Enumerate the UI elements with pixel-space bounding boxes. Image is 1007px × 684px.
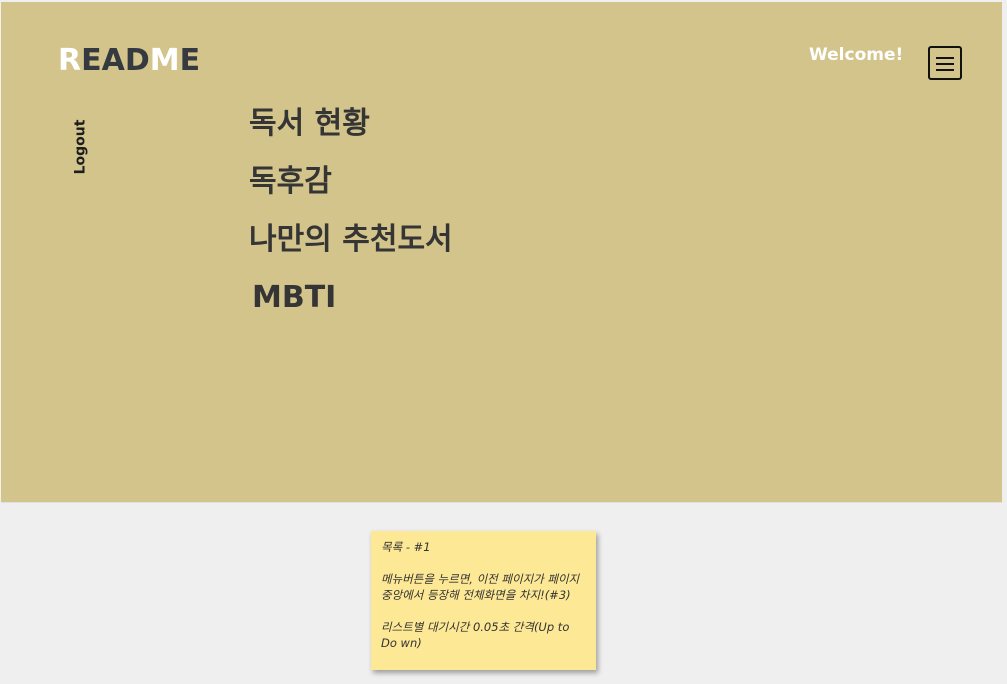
logo-letter-e: E <box>179 43 201 78</box>
logo[interactable]: README <box>58 46 200 76</box>
note-line-2: 리스트별 대기시간 0.05초 간격(Up to Do wn) <box>381 620 570 650</box>
hamburger-menu-icon-bar <box>936 69 954 71</box>
logo-letters-ead: EAD <box>81 43 150 78</box>
hamburger-menu-icon-bar <box>936 63 954 65</box>
nav-item-my-recommendations[interactable]: 나만의 추천도서 <box>249 218 453 276</box>
logo-letter-r: R <box>58 43 82 78</box>
page: README Logout Welcome! 독서 현황 독후감 나만의 추천도… <box>0 0 1007 684</box>
hamburger-menu-button[interactable] <box>928 46 962 80</box>
menu-overlay: README Logout Welcome! 독서 현황 독후감 나만의 추천도… <box>1 2 1002 502</box>
nav-item-book-report[interactable]: 독후감 <box>249 160 453 218</box>
nav-item-mbti[interactable]: MBTI <box>249 276 453 334</box>
note-title: 목록 - #1 <box>381 540 431 554</box>
logo-letter-m: M <box>149 43 180 78</box>
note-line-1: 메뉴버튼을 누르면, 이전 페이지가 페이지 중앙에서 등장해 전체화면을 차지… <box>381 572 580 602</box>
main-nav: 독서 현황 독후감 나만의 추천도서 MBTI <box>249 102 453 334</box>
logout-link[interactable]: Logout <box>72 120 88 175</box>
welcome-text: Welcome! <box>809 45 904 65</box>
hamburger-menu-icon <box>936 57 954 59</box>
nav-item-reading-status[interactable]: 독서 현황 <box>249 102 453 160</box>
sticky-note: 목록 - #1 메뉴버튼을 누르면, 이전 페이지가 페이지 중앙에서 등장해 … <box>371 531 596 670</box>
